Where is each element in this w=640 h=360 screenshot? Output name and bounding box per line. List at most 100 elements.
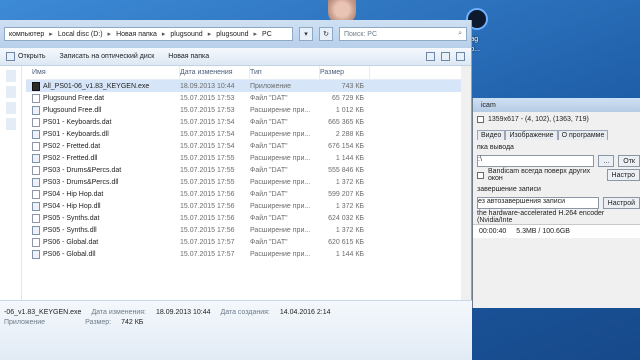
- file-row[interactable]: PS01 - Keyboards.dat 15.07.2015 17:54 Файл…: [26, 116, 471, 128]
- file-size: 676 154 КБ: [328, 142, 364, 150]
- breadcrumb-segment[interactable]: plugsound: [170, 31, 202, 38]
- file-row[interactable]: Plugsound Free.dat 15.07.2015 17:53 Файл "…: [26, 92, 471, 104]
- file-name-cell: PS05 - Synths.dat: [26, 212, 180, 224]
- file-icon: [32, 117, 40, 127]
- file-row[interactable]: PS02 - Fretted.dat 15.07.2015 17:54 Файл "…: [26, 140, 471, 152]
- topmost-label: Bandicam всегда поверх других окон: [488, 168, 591, 182]
- autostop-row: ез автозавершения записи Настрой: [473, 196, 640, 210]
- file-name: PS03 - Drums&Percs.dat: [43, 166, 122, 174]
- column-type[interactable]: Тип: [250, 65, 320, 80]
- file-row[interactable]: PS06 - Global.dll 15.07.2015 17:57 Расшире…: [26, 248, 471, 260]
- tab-about[interactable]: О программе: [557, 130, 609, 140]
- help-icon[interactable]: [456, 52, 465, 61]
- file-date: 15.07.2015 17:55: [180, 178, 235, 186]
- file-name-cell: PS04 - Hip Hop.dll: [26, 200, 180, 212]
- file-date: 15.07.2015 17:57: [180, 250, 235, 258]
- settings-button[interactable]: Настро: [606, 169, 640, 181]
- file-row[interactable]: All_PS01-06_v1.83_KEYGEN.exe 18.09.2013 1…: [26, 80, 471, 92]
- navigation-pane[interactable]: [0, 66, 22, 300]
- new-folder-button[interactable]: Новая папка: [168, 53, 209, 60]
- column-size[interactable]: Размер: [320, 65, 370, 80]
- file-icon: [32, 237, 40, 247]
- file-name-cell: PS03 - Drums&Percs.dat: [26, 164, 180, 176]
- file-row[interactable]: PS04 - Hip Hop.dat 15.07.2015 17:56 Файл "…: [26, 188, 471, 200]
- address-bar[interactable]: компьютер ▸ Local disc (D:) ▸ Новая папка ▸ pl…: [4, 27, 293, 41]
- column-name[interactable]: Имя: [26, 65, 180, 80]
- file-name-cell: Plugsound Free.dat: [26, 92, 180, 104]
- encoder-info: the hardware-accelerated H.264 encoder (…: [477, 210, 605, 224]
- file-type: Расширение при...: [250, 106, 311, 114]
- file-date: 15.07.2015 17:56: [180, 214, 235, 222]
- search-icon: ⌕: [458, 30, 462, 37]
- open-button[interactable]: Открыть: [6, 52, 46, 61]
- breadcrumb-segment[interactable]: Новая папка: [116, 31, 157, 38]
- file-row[interactable]: PS03 - Drums&Percs.dll 15.07.2015 17:55 Ра…: [26, 176, 471, 188]
- file-name-cell: PS06 - Global.dat: [26, 236, 180, 248]
- region-checkbox[interactable]: [477, 115, 484, 123]
- browse-button[interactable]: ...: [598, 155, 615, 167]
- burn-button[interactable]: Записать на оптический диск: [60, 53, 155, 60]
- file-size: 665 365 КБ: [328, 118, 364, 126]
- breadcrumb-separator-icon: ▸: [49, 31, 53, 38]
- file-type: Расширение при...: [250, 226, 311, 234]
- preview-pane-icon[interactable]: [441, 52, 450, 61]
- file-type: Файл "DAT": [250, 118, 288, 126]
- file-type: Расширение при...: [250, 178, 311, 186]
- details-modified-value: 18.09.2013 10:44: [155, 308, 211, 316]
- details-created-label: Дата создания:: [220, 308, 270, 316]
- breadcrumb-segment[interactable]: plugsound: [216, 31, 248, 38]
- explorer-window: компьютер ▸ Local disc (D:) ▸ Новая папка ▸ pl…: [0, 20, 472, 360]
- file-row[interactable]: PS04 - Hip Hop.dll 15.07.2015 17:56 Расшир…: [26, 200, 471, 212]
- file-row[interactable]: PS05 - Synths.dll 15.07.2015 17:56 Расшире…: [26, 224, 471, 236]
- details-size-value: 742 КБ: [121, 318, 144, 326]
- file-size: 1 372 КБ: [335, 178, 364, 186]
- file-type: Файл "DAT": [250, 94, 288, 102]
- file-row[interactable]: PS06 - Global.dat 15.07.2015 17:57 Файл "D…: [26, 236, 471, 248]
- tab-image[interactable]: Изображение: [505, 130, 558, 140]
- file-name: PS06 - Global.dll: [43, 250, 96, 258]
- topmost-row: Bandicam всегда поверх других окон Настр…: [473, 168, 640, 182]
- file-size: 1 372 КБ: [335, 202, 364, 210]
- details-created-value: 14.04.2016 2:14: [279, 308, 331, 316]
- file-date: 15.07.2015 17:55: [180, 154, 235, 162]
- file-name-cell: PS04 - Hip Hop.dat: [26, 188, 180, 200]
- file-size: 65 729 КБ: [331, 94, 364, 102]
- output-label: пка вывода: [477, 143, 514, 151]
- autostop-field[interactable]: ез автозавершения записи: [477, 197, 599, 209]
- refresh-icon[interactable]: ↻: [319, 27, 333, 41]
- file-date: 18.09.2013 10:44: [180, 82, 235, 90]
- autostop-settings-button[interactable]: Настрой: [602, 197, 640, 209]
- column-date[interactable]: Дата изменения: [180, 65, 250, 80]
- file-type: Файл "DAT": [250, 166, 288, 174]
- open-folder-button[interactable]: Отк: [618, 155, 640, 167]
- file-row[interactable]: Plugsound Free.dll 15.07.2015 17:53 Расшир…: [26, 104, 471, 116]
- file-name-cell: PS01 - Keyboards.dat: [26, 116, 180, 128]
- breadcrumb-separator-icon: ▸: [207, 31, 212, 38]
- file-row[interactable]: PS03 - Drums&Percs.dat 15.07.2015 17:55 Фа…: [26, 164, 471, 176]
- search-input[interactable]: Поиск: PC ⌕: [339, 27, 467, 41]
- file-row[interactable]: PS01 - Keyboards.dll 15.07.2015 17:54 Расш…: [26, 128, 471, 140]
- file-date: 15.07.2015 17:54: [180, 130, 235, 138]
- vertical-scrollbar[interactable]: [461, 66, 471, 300]
- explorer-toolbar: Открыть Записать на оптический диск Нова…: [0, 48, 471, 66]
- breadcrumb-segment[interactable]: Local disc (D:): [58, 31, 103, 38]
- output-path-field[interactable]: :\: [477, 155, 595, 167]
- breadcrumb-segment[interactable]: компьютер: [9, 31, 44, 38]
- breadcrumb-segment[interactable]: PC: [262, 31, 272, 38]
- file-list-header: Имя Дата изменения Тип Размер: [26, 65, 471, 80]
- tab-video[interactable]: Видео: [477, 130, 506, 140]
- file-size: 624 032 КБ: [328, 214, 364, 222]
- file-name-cell: Plugsound Free.dll: [26, 104, 180, 116]
- file-type: Файл "DAT": [250, 238, 288, 246]
- dropdown-arrow-icon[interactable]: ▾: [299, 27, 313, 41]
- view-options-icon[interactable]: [426, 52, 435, 61]
- file-size: 620 615 КБ: [328, 238, 364, 246]
- file-row[interactable]: PS02 - Fretted.dll 15.07.2015 17:55 Расшир…: [26, 152, 471, 164]
- file-name-cell: PS03 - Drums&Percs.dll: [26, 176, 180, 188]
- details-pane: -06_v1.83_KEYGEN.exe Дата изменения: 18.…: [0, 300, 472, 360]
- status-bar: 00:00:40 5.3MB / 100.6GB: [473, 224, 640, 238]
- topmost-checkbox[interactable]: [477, 171, 484, 179]
- file-icon: [32, 189, 40, 199]
- file-row[interactable]: PS05 - Synths.dat 15.07.2015 17:56 Файл "D…: [26, 212, 471, 224]
- details-type-value: Приложение: [4, 318, 46, 326]
